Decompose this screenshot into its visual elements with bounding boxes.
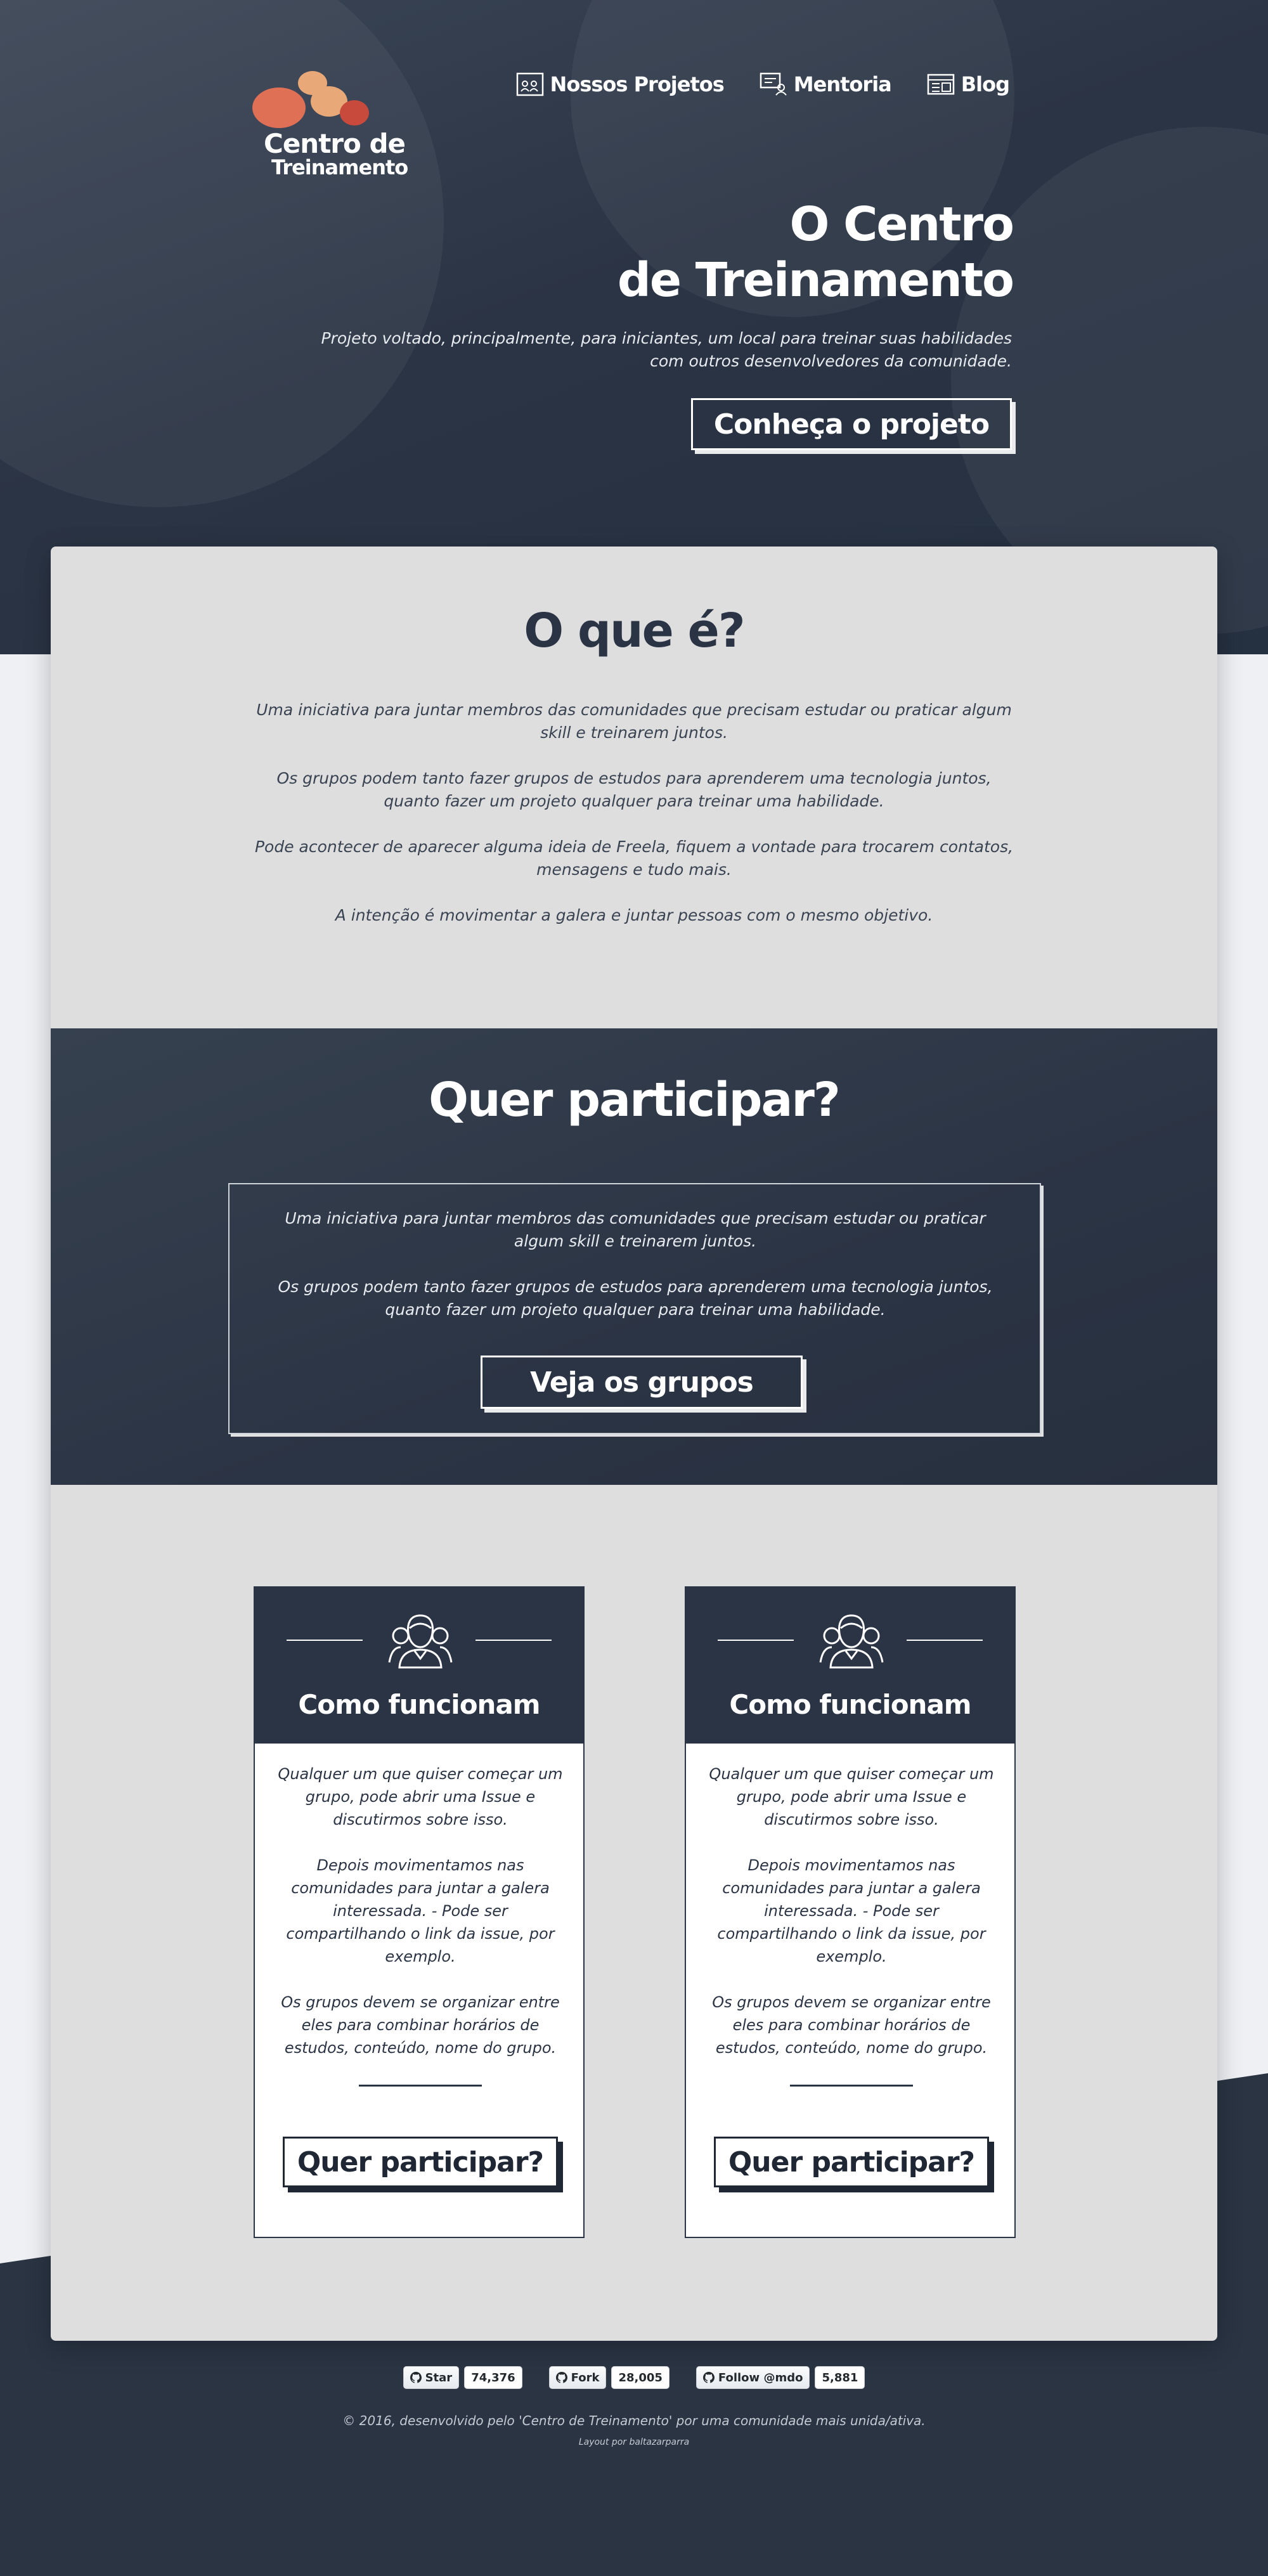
github-buttons: Star 74,376 Fork 28,005 Follow @mdo 5,88…	[0, 2366, 1268, 2389]
logo-text-line2: Treinamento	[271, 155, 408, 179]
quer-participar-button[interactable]: Quer participar?	[714, 2137, 989, 2187]
main-card: O que é? Uma iniciativa para juntar memb…	[51, 547, 1217, 2341]
blog-icon	[927, 74, 954, 95]
header-rule	[718, 1640, 794, 1641]
info-card-paragraph: Depois movimentamos nas comunidades para…	[286, 1856, 555, 1965]
github-fork-label: Fork	[571, 2371, 600, 2385]
nav-label: Nossos Projetos	[550, 72, 725, 96]
header-rule	[907, 1640, 983, 1641]
nav-item-mentoria[interactable]: Mentoria	[760, 72, 892, 96]
nav-item-nossos-projetos[interactable]: Nossos Projetos	[516, 72, 725, 96]
nav-label: Blog	[961, 72, 1010, 96]
mentoria-icon	[760, 72, 787, 96]
info-card-divider	[359, 2085, 482, 2087]
participate-paragraph: Os grupos podem tanto fazer grupos de es…	[278, 1278, 993, 1319]
info-card-header: Como funcionam	[255, 1588, 583, 1744]
hero-description: Projeto voltado, principalmente, para in…	[314, 327, 1012, 373]
info-card-body: Qualquer um que quiser começar um grupo,…	[709, 1763, 994, 2082]
site-logo[interactable]: Centro de Treinamento	[252, 71, 408, 185]
main-nav: Nossos Projetos Mentoria Blog	[516, 72, 1010, 96]
github-star: Star 74,376	[403, 2366, 522, 2389]
about-paragraph: A intenção é movimentar a galera e junta…	[335, 906, 933, 924]
about-paragraph: Uma iniciativa para juntar membros das c…	[256, 701, 1012, 742]
github-fork: Fork 28,005	[548, 2366, 670, 2389]
conheca-projeto-button[interactable]: Conheça o projeto	[691, 398, 1012, 450]
hero-title: O Centro de Treinamento	[617, 197, 1014, 308]
info-card-body: Qualquer um que quiser começar um grupo,…	[278, 1763, 563, 2082]
about-paragraph: Pode acontecer de aparecer alguma ideia …	[254, 838, 1014, 879]
info-card-title: Como funcionam	[298, 1689, 540, 1720]
github-fork-count[interactable]: 28,005	[611, 2366, 670, 2389]
footer-credit[interactable]: Layout por baltazarparra	[0, 2437, 1268, 2447]
info-card-paragraph: Qualquer um que quiser começar um grupo,…	[278, 1765, 563, 1828]
info-card-title: Como funcionam	[729, 1689, 971, 1720]
participate-title: Quer participar?	[429, 1073, 841, 1127]
hero-description-line1: Projeto voltado, principalmente, para in…	[321, 329, 1012, 347]
projects-icon	[516, 72, 543, 96]
quer-participar-button[interactable]: Quer participar?	[283, 2137, 558, 2187]
group-people-icon	[388, 1614, 453, 1669]
header-rule	[476, 1640, 552, 1641]
logo-blob	[340, 100, 369, 126]
about-title: O que é?	[524, 604, 745, 658]
info-card-divider	[790, 2085, 913, 2087]
info-card-paragraph: Qualquer um que quiser começar um grupo,…	[709, 1765, 994, 1828]
github-icon	[555, 2372, 567, 2383]
info-card-paragraph: Os grupos devem se organizar entre eles …	[712, 1993, 991, 2057]
participate-text: Uma iniciativa para juntar membros das c…	[268, 1207, 1003, 1344]
hero-title-line1: O Centro	[789, 197, 1014, 252]
header-rule	[287, 1640, 363, 1641]
participate-section: Quer participar? Uma iniciativa para jun…	[51, 1028, 1217, 1485]
info-card-paragraph: Depois movimentamos nas comunidades para…	[717, 1856, 986, 1965]
nav-item-blog[interactable]: Blog	[927, 72, 1010, 96]
hero-description-line2: com outros desenvolvedores da comunidade…	[650, 352, 1012, 370]
github-star-label: Star	[425, 2371, 453, 2385]
participate-paragraph: Uma iniciativa para juntar membros das c…	[285, 1209, 986, 1250]
github-icon	[410, 2372, 422, 2383]
logo-text-line1: Centro de	[264, 128, 406, 159]
group-people-icon	[819, 1614, 884, 1669]
github-star-button[interactable]: Star	[403, 2366, 460, 2389]
github-follow-button[interactable]: Follow @mdo	[695, 2366, 810, 2389]
info-card: Como funcionam Qualquer um que quiser co…	[685, 1586, 1016, 2238]
logo-blob	[252, 87, 306, 128]
info-card-header: Como funcionam	[686, 1588, 1014, 1744]
about-paragraph: Os grupos podem tanto fazer grupos de es…	[276, 769, 992, 810]
github-follow-label: Follow @mdo	[718, 2371, 803, 2385]
github-follow-count[interactable]: 5,881	[815, 2366, 865, 2389]
github-fork-button[interactable]: Fork	[548, 2366, 607, 2389]
veja-grupos-button[interactable]: Veja os grupos	[481, 1356, 803, 1409]
github-follow: Follow @mdo 5,881	[695, 2366, 865, 2389]
github-icon	[702, 2372, 715, 2383]
nav-label: Mentoria	[793, 72, 892, 96]
hero-title-line2: de Treinamento	[617, 253, 1014, 307]
footer-copyright: © 2016, desenvolvido pelo 'Centro de Tre…	[342, 2413, 926, 2428]
github-star-count[interactable]: 74,376	[464, 2366, 522, 2389]
info-card: Como funcionam Qualquer um que quiser co…	[254, 1586, 585, 2238]
about-body: Uma iniciativa para juntar membros das c…	[254, 699, 1014, 950]
participate-box: Uma iniciativa para juntar membros das c…	[228, 1183, 1041, 1434]
info-card-paragraph: Os grupos devem se organizar entre eles …	[281, 1993, 560, 2057]
